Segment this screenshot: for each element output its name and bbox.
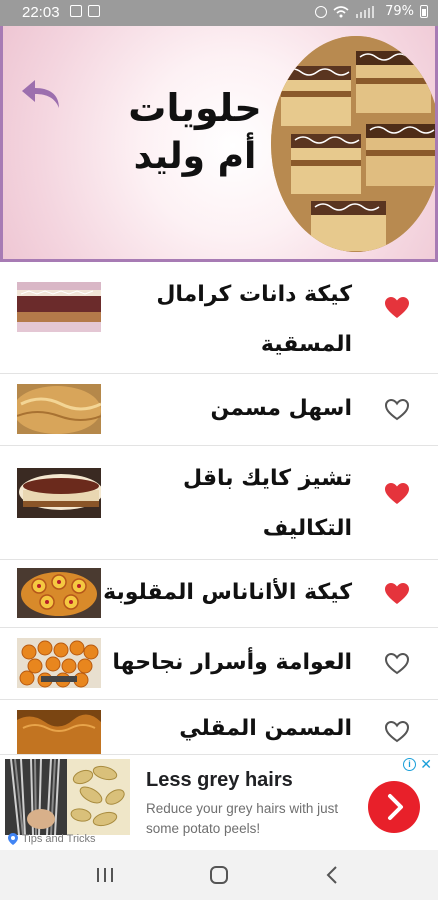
recipe-row[interactable]: اسهل مسمن <box>0 374 438 446</box>
recipe-title: كيكة دانات كرامال المسقية <box>156 282 352 357</box>
ad-title[interactable]: Less grey hairs <box>146 769 293 792</box>
wifi-icon <box>333 5 349 17</box>
image-icon <box>70 5 82 17</box>
recipe-thumbnail <box>17 282 101 332</box>
battery-percent: 79% <box>385 4 414 19</box>
recipe-title: اسهل مسمن <box>210 396 352 421</box>
location-pin-icon <box>8 833 18 845</box>
ad-source-label: Tips and Tricks <box>22 833 96 845</box>
ad-choices-icon[interactable]: i <box>403 758 416 771</box>
ad-image[interactable] <box>5 759 130 835</box>
recipe-title: تشيز كايك باقل التكاليف <box>183 466 352 541</box>
ad-body[interactable]: Reduce your grey hairs with just some po… <box>146 799 356 839</box>
recipe-thumbnail <box>17 468 101 518</box>
heart-filled-icon[interactable] <box>384 582 410 606</box>
recent-apps-icon[interactable] <box>92 863 118 887</box>
close-icon[interactable]: ✕ <box>420 756 432 773</box>
signal-icon <box>356 6 375 18</box>
app-title-line1: حلويات <box>128 86 262 130</box>
recipe-thumbnail <box>17 568 101 618</box>
status-bar: 22:03 79% <box>0 0 438 26</box>
app-title: حلويات أم وليد <box>115 84 275 182</box>
recipe-title: العوامة وأسرار نجاحها <box>112 650 352 675</box>
chevron-right-icon[interactable] <box>368 781 420 833</box>
home-icon[interactable] <box>206 863 232 887</box>
recipe-thumbnail <box>17 384 101 434</box>
heart-filled-icon[interactable] <box>384 482 410 506</box>
notification-icons <box>70 5 100 17</box>
back-icon[interactable] <box>320 863 346 887</box>
ad-banner[interactable]: Less grey hairs Reduce your grey hairs w… <box>0 754 438 851</box>
heart-outline-icon[interactable] <box>384 652 410 676</box>
heart-outline-icon[interactable] <box>384 398 410 422</box>
heart-outline-icon[interactable] <box>384 720 410 744</box>
recipe-thumbnail <box>17 638 101 688</box>
header-banner: حلويات أم وليد <box>0 26 438 262</box>
cake-photo <box>271 36 435 252</box>
ad-source: Tips and Tricks <box>8 833 96 845</box>
recipe-title: كيكة الأاناناس المقلوبة <box>103 580 352 605</box>
navigation-bar <box>0 850 438 900</box>
back-arrow-icon[interactable] <box>19 76 63 112</box>
system-icons: 79% <box>315 4 428 19</box>
app-title-line2: أم وليد <box>133 136 257 177</box>
recipe-row[interactable]: كيكة دانات كرامال المسقية <box>0 262 438 374</box>
alarm-icon <box>315 5 328 18</box>
clock: 22:03 <box>22 4 60 21</box>
recipe-row[interactable]: تشيز كايك باقل التكاليف <box>0 446 438 560</box>
recipe-thumbnail <box>17 710 101 754</box>
heart-filled-icon[interactable] <box>384 296 410 320</box>
recipe-row[interactable]: المسمن المقلي التقليدي <box>0 700 438 791</box>
recipe-row[interactable]: كيكة الأاناناس المقلوبة <box>0 560 438 628</box>
nfc-icon <box>88 5 100 17</box>
battery-icon <box>420 5 428 18</box>
recipe-row[interactable]: العوامة وأسرار نجاحها <box>0 628 438 700</box>
